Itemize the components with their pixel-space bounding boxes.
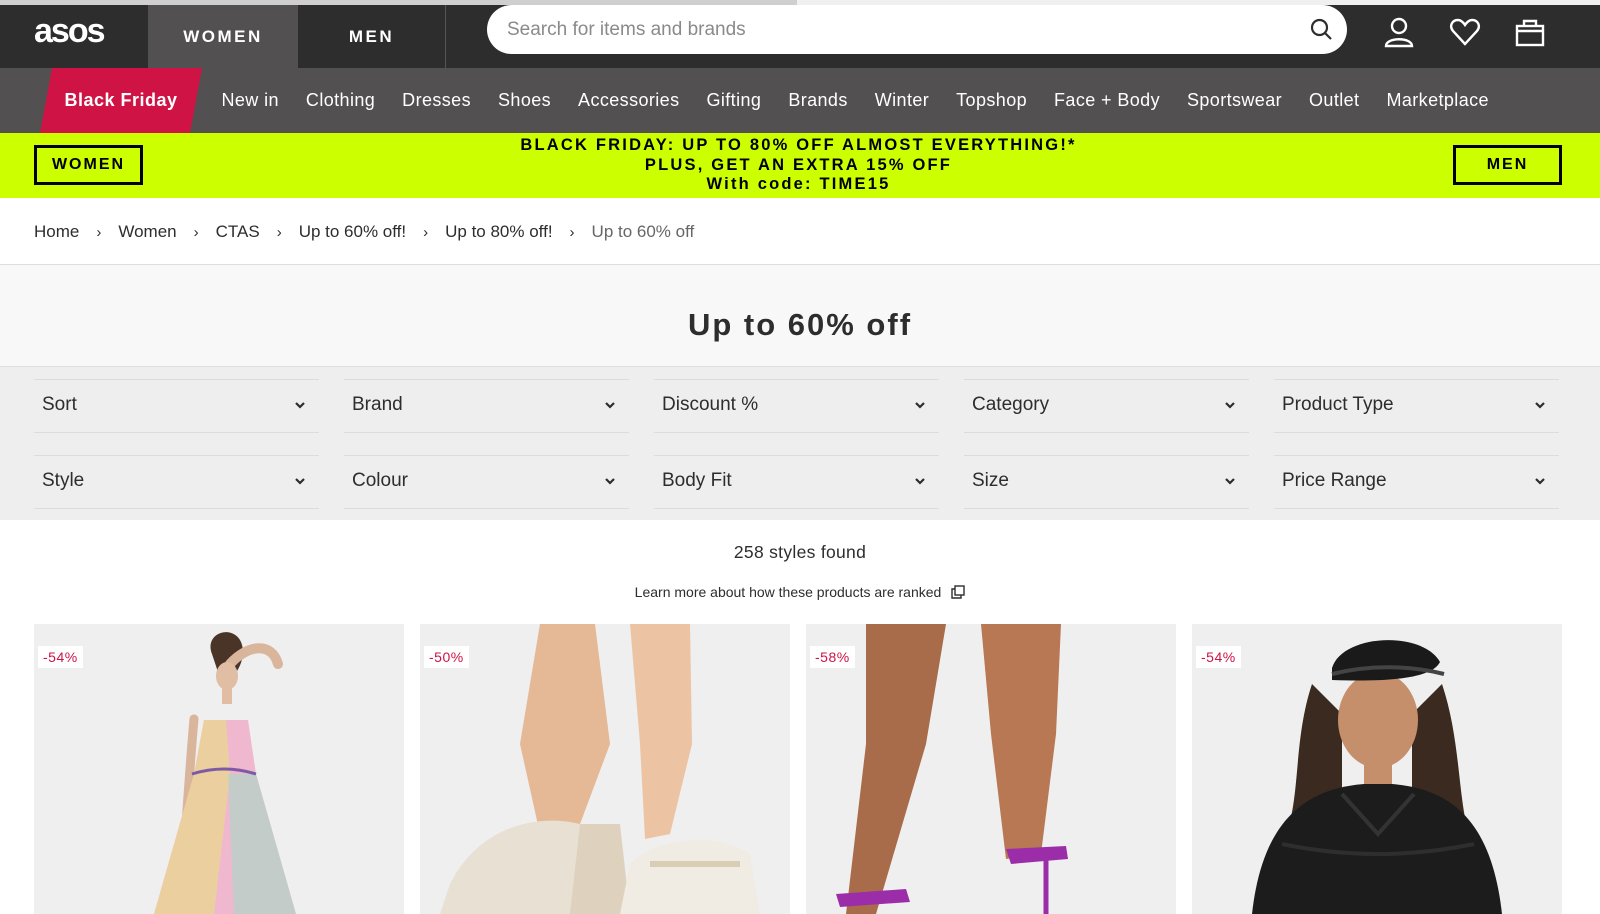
top-header: asos WOMEN MEN (0, 0, 1600, 68)
account-icon[interactable] (1383, 16, 1415, 48)
product-image-puffer-jacket (1192, 624, 1562, 914)
search-bar (487, 5, 1347, 54)
discount-badge: -54% (38, 646, 83, 668)
chevron-down-icon (1225, 402, 1235, 409)
discount-badge: -50% (424, 646, 469, 668)
breadcrumb-separator: › (569, 223, 575, 241)
asos-logo[interactable]: asos (34, 12, 105, 51)
filter-product-type[interactable]: Product Type (1274, 379, 1559, 433)
filter-size[interactable]: Size (964, 455, 1249, 509)
filter-style[interactable]: Style (34, 455, 319, 509)
nav-item-new-in[interactable]: New in (208, 90, 292, 111)
promo-line-3: With code: TIME15 (706, 175, 891, 193)
chevron-down-icon (1535, 478, 1545, 485)
breadcrumb-current: Up to 60% off (591, 222, 695, 241)
page-title: Up to 60% off (687, 307, 913, 342)
filter-brand[interactable]: Brand (344, 379, 629, 433)
filter-label: Product Type (1282, 394, 1394, 415)
filter-label: Price Range (1282, 470, 1387, 491)
filter-label: Discount % (662, 394, 759, 415)
filter-discount[interactable]: Discount % (654, 379, 939, 433)
search-input[interactable] (507, 5, 1287, 54)
external-window-icon (951, 585, 966, 599)
nav-item-marketplace[interactable]: Marketplace (1373, 90, 1502, 111)
nav-item-face-body[interactable]: Face + Body (1041, 90, 1174, 111)
breadcrumb-separator: › (96, 223, 102, 241)
nav-item-outlet[interactable]: Outlet (1296, 90, 1373, 111)
discount-badge: -54% (1196, 646, 1241, 668)
filter-price-range[interactable]: Price Range (1274, 455, 1559, 509)
title-band: Up to 60% off (0, 265, 1600, 367)
chevron-down-icon (915, 478, 925, 485)
product-card[interactable]: -54% (1192, 624, 1562, 914)
breadcrumb-separator: › (193, 223, 199, 241)
product-image-purple-heels (806, 624, 1176, 914)
product-card[interactable]: -50% (420, 624, 790, 914)
promo-banner[interactable]: WOMEN BLACK FRIDAY: UP TO 80% OFF ALMOST… (0, 133, 1600, 198)
promo-men-button[interactable]: MEN (1453, 145, 1562, 185)
nav-item-topshop[interactable]: Topshop (943, 90, 1041, 111)
chevron-down-icon (295, 402, 305, 409)
filter-label: Sort (42, 394, 77, 415)
nav-item-shoes[interactable]: Shoes (485, 90, 565, 111)
heart-icon[interactable] (1449, 16, 1481, 48)
filter-category[interactable]: Category (964, 379, 1249, 433)
nav-item-black-friday[interactable]: Black Friday (40, 68, 202, 133)
results-count: 258 styles found (733, 542, 867, 562)
filter-panel: Sort Brand Discount % Category Product T… (0, 367, 1600, 520)
promo-line-2: PLUS, GET AN EXTRA 15% OFF (644, 155, 953, 174)
tab-women[interactable]: WOMEN (148, 5, 298, 68)
filter-label: Brand (352, 394, 403, 415)
ranking-info-label: Learn more about how these products are … (634, 584, 942, 600)
breadcrumb-separator: › (276, 223, 282, 241)
nav-item-accessories[interactable]: Accessories (565, 90, 693, 111)
filter-label: Colour (352, 470, 408, 491)
breadcrumb-up-to-60-off[interactable]: Up to 60% off! (299, 222, 406, 242)
product-image-floral-dress (34, 624, 404, 914)
chevron-down-icon (915, 402, 925, 409)
category-nav: Black Friday New in Clothing Dresses Sho… (0, 68, 1600, 133)
product-image-chunky-trainers (420, 624, 790, 914)
nav-items: New in Clothing Dresses Shoes Accessorie… (208, 68, 1502, 133)
breadcrumb: Home › Women › CTAS › Up to 60% off! › U… (34, 214, 694, 250)
breadcrumb-ctas[interactable]: CTAS (216, 222, 260, 242)
nav-item-clothing[interactable]: Clothing (292, 90, 388, 111)
breadcrumb-separator: › (423, 223, 429, 241)
tab-men[interactable]: MEN (298, 5, 446, 68)
promo-women-button[interactable]: WOMEN (34, 145, 143, 185)
filter-sort[interactable]: Sort (34, 379, 319, 433)
product-card[interactable]: -58% (806, 624, 1176, 914)
filter-label: Body Fit (662, 470, 732, 491)
filter-body-fit[interactable]: Body Fit (654, 455, 939, 509)
chevron-down-icon (295, 478, 305, 485)
bag-icon[interactable] (1514, 16, 1546, 48)
chevron-down-icon (1225, 478, 1235, 485)
promo-line-1: BLACK FRIDAY: UP TO 80% OFF ALMOST EVERY… (520, 136, 1077, 154)
nav-item-winter[interactable]: Winter (861, 90, 942, 111)
nav-item-brands[interactable]: Brands (775, 90, 861, 111)
discount-badge: -58% (810, 646, 855, 668)
nav-item-sportswear[interactable]: Sportswear (1173, 90, 1295, 111)
chevron-down-icon (605, 402, 615, 409)
breadcrumb-home[interactable]: Home (34, 222, 79, 242)
nav-item-gifting[interactable]: Gifting (693, 90, 775, 111)
filter-label: Size (972, 470, 1009, 491)
filter-label: Style (42, 470, 85, 491)
nav-item-black-friday-label: Black Friday (64, 90, 178, 110)
chevron-down-icon (1535, 402, 1545, 409)
promo-text: BLACK FRIDAY: UP TO 80% OFF ALMOST EVERY… (400, 136, 1197, 195)
breadcrumb-up-to-80-off[interactable]: Up to 80% off! (445, 222, 552, 242)
chevron-down-icon (605, 478, 615, 485)
filter-colour[interactable]: Colour (344, 455, 629, 509)
nav-item-dresses[interactable]: Dresses (389, 90, 485, 111)
search-icon[interactable] (1309, 17, 1333, 41)
filter-label: Category (972, 394, 1050, 415)
product-card[interactable]: -54% (34, 624, 404, 914)
ranking-info-link[interactable]: Learn more about how these products are … (0, 584, 1600, 600)
breadcrumb-women[interactable]: Women (118, 222, 176, 242)
